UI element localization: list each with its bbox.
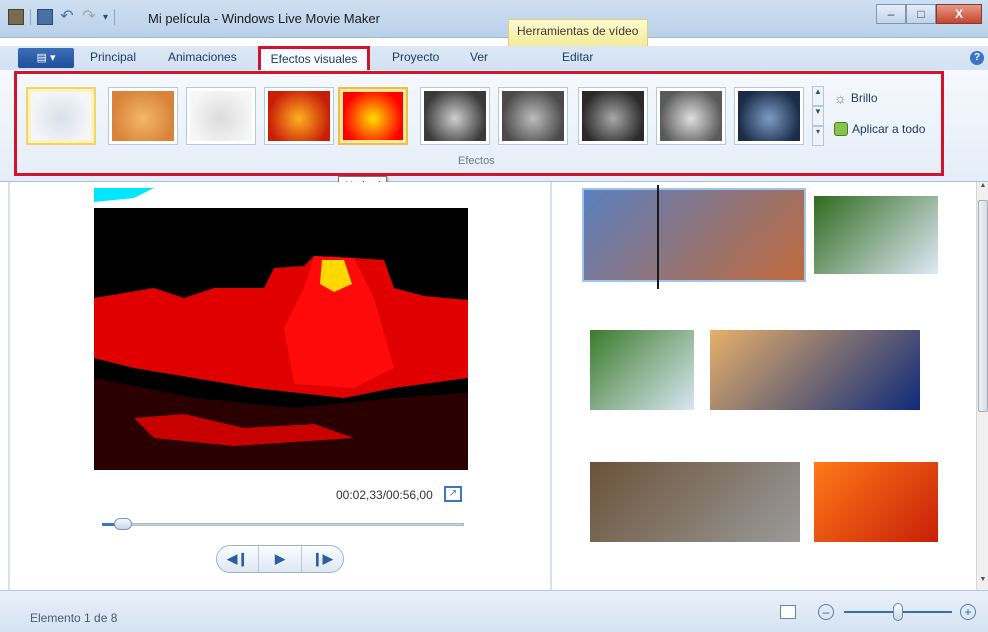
scroll-down-arrow[interactable]: ▼ [977,576,988,590]
help-icon[interactable]: ? [970,51,984,65]
title-bar: ↶ ↷ ▾ Mi película - Windows Live Movie M… [0,0,988,46]
pane-border [8,182,10,590]
undo-icon[interactable]: ↶ [59,9,75,25]
status-bar: Elemento 1 de 8 – + [0,590,988,632]
storyboard-clip[interactable] [590,330,694,410]
storyboard-scrollbar[interactable]: ▲ ▼ [976,182,988,590]
film-icon[interactable] [8,9,24,25]
play-button[interactable]: ▶ [259,546,302,572]
tab-efectos-visuales[interactable]: Efectos visuales [258,46,370,70]
ribbon-highlight-frame [14,71,944,176]
storyboard-clip[interactable] [582,188,806,282]
scroll-thumb[interactable] [978,200,988,412]
video-preview[interactable] [94,188,468,470]
zoom-in-button[interactable]: + [960,604,976,620]
tab-proyecto[interactable]: Proyecto [392,50,439,64]
status-text: Elemento 1 de 8 [30,611,118,625]
qat-separator [114,9,116,25]
seek-bar[interactable] [102,523,464,526]
storyboard-playhead[interactable] [657,185,659,289]
maximize-button[interactable]: □ [906,4,936,24]
transport-controls: ◀❙ ▶ ❙▶ [216,545,344,573]
save-icon[interactable] [37,9,53,25]
tab-editar[interactable]: Editar [562,50,593,64]
scroll-up-arrow[interactable]: ▲ [977,182,988,196]
redo-icon[interactable]: ↷ [81,9,97,25]
storyboard-clip[interactable] [710,330,920,410]
previous-frame-button[interactable]: ◀❙ [217,546,260,572]
quick-access-toolbar: ↶ ↷ ▾ [8,9,116,25]
context-tab-header: Herramientas de vídeo [508,19,648,46]
storyboard-clip[interactable] [814,462,938,542]
window-controls: – □ X [876,4,982,24]
storyboard-clip[interactable] [590,462,800,542]
storyboard-clip[interactable] [814,196,938,274]
timecode: 00:02,33/00:56,00 [336,488,433,502]
ribbon-tabs: ▤ ▾ Principal Animaciones Efectos visual… [0,46,988,70]
preview-image [94,188,468,470]
app-menu-button[interactable]: ▤ ▾ [18,48,74,68]
zoom-out-button[interactable]: – [818,604,834,620]
minimize-button[interactable]: – [876,4,906,24]
zoom-slider-thumb[interactable] [892,603,903,621]
thumbnail-size-icon[interactable] [780,605,796,619]
close-button[interactable]: X [936,4,982,24]
qat-dropdown[interactable]: ▾ [103,12,108,23]
tab-ver[interactable]: Ver [470,50,488,64]
tab-animaciones[interactable]: Animaciones [168,50,237,64]
qat-separator [30,9,31,25]
tab-principal[interactable]: Principal [90,50,136,64]
fullscreen-icon[interactable]: ↗ [444,486,462,502]
seek-bar-thumb[interactable] [114,518,133,530]
window-title: Mi película - Windows Live Movie Maker [148,11,380,26]
next-frame-button[interactable]: ❙▶ [302,546,343,572]
